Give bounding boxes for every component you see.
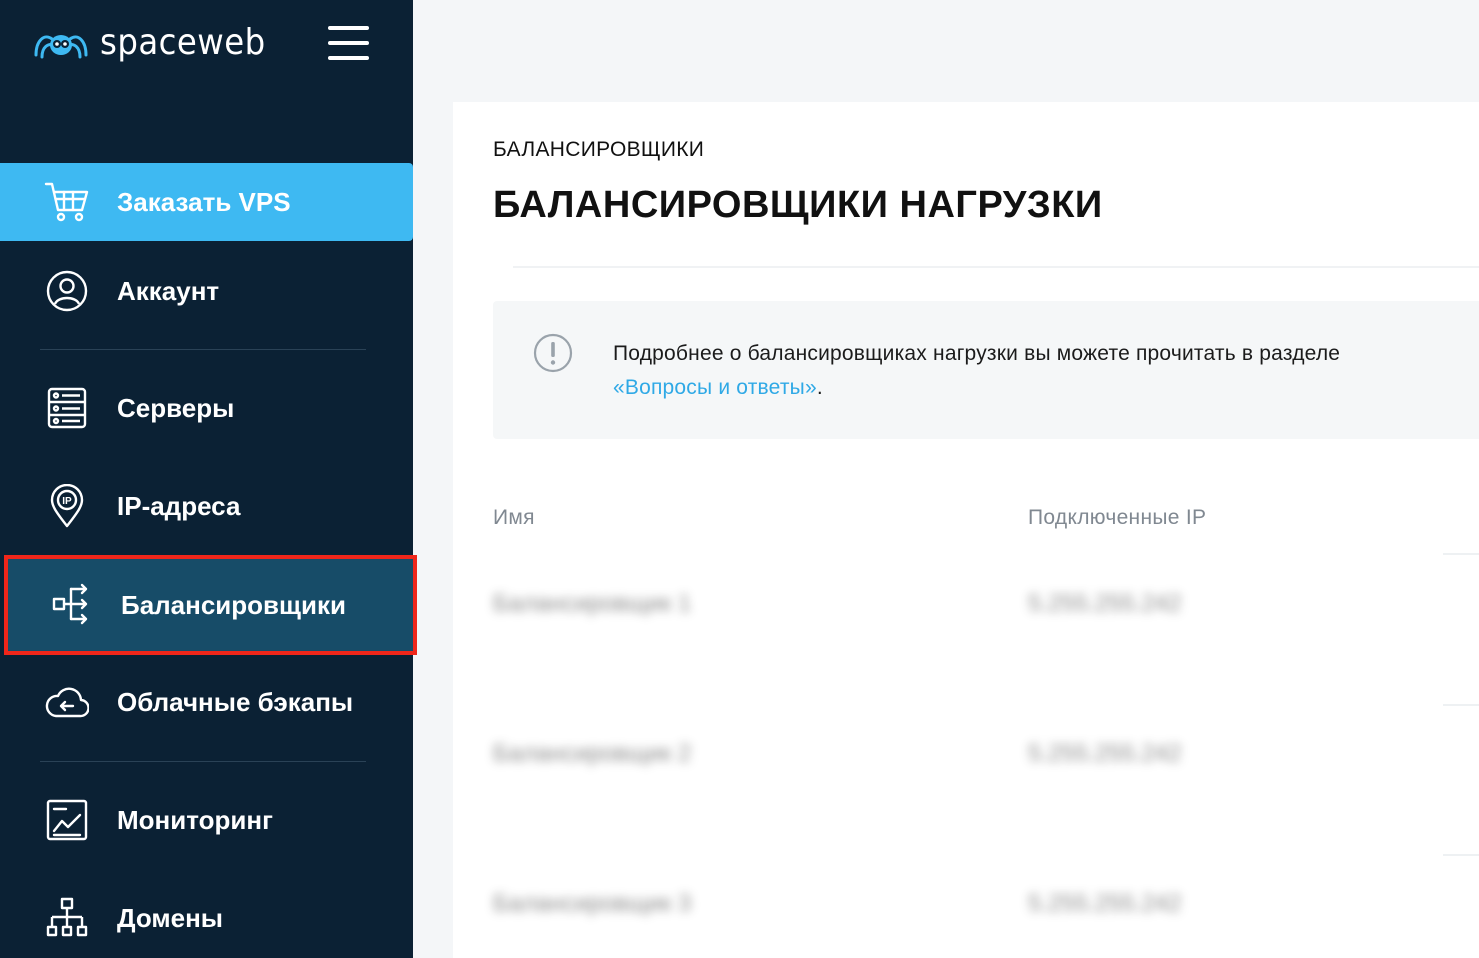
spider-logo-icon [34, 34, 88, 58]
column-header-name[interactable]: Имя [493, 506, 535, 530]
menu-toggle-button[interactable] [328, 26, 370, 60]
row-divider [1443, 553, 1479, 555]
domains-icon [44, 895, 90, 941]
sidebar-item-label: Балансировщики [121, 589, 346, 620]
user-circle-icon [44, 268, 90, 314]
breadcrumb: БАЛАНСИРОВЩИКИ [493, 138, 705, 161]
page-title: БАЛАНСИРОВЩИКИ НАГРУЗКИ [493, 184, 1103, 226]
sidebar-item-label: IP-адреса [117, 490, 241, 521]
sidebar-item-ip-addresses[interactable]: IP IP-адреса [0, 467, 413, 545]
info-text: Подробнее о балансировщиках нагрузки вы … [613, 337, 1373, 405]
info-text-end: . [816, 376, 823, 399]
sidebar-item-order-vps[interactable]: Заказать VPS [0, 163, 413, 241]
sidebar-item-label: Домены [117, 902, 223, 933]
logo[interactable]: spaceweb [32, 22, 284, 63]
sidebar-item-label: Аккаунт [117, 275, 220, 306]
table-cell-name[interactable]: Балансировщик 2 [493, 740, 691, 768]
sidebar-item-cloud-backups[interactable]: Облачные бэкапы [0, 663, 413, 741]
ip-pin-icon: IP [44, 483, 90, 529]
svg-text:IP: IP [62, 496, 72, 507]
sidebar-divider [40, 349, 366, 350]
burger-line-icon [328, 56, 369, 60]
table-cell-name[interactable]: Балансировщик 3 [493, 890, 691, 918]
table-cell-name[interactable]: Балансировщик 1 [493, 590, 691, 618]
column-header-connected-ip[interactable]: Подключенные IP [1028, 506, 1206, 530]
cloud-backup-icon [44, 679, 90, 725]
row-divider [1443, 854, 1479, 856]
sidebar-item-servers[interactable]: Серверы [0, 369, 413, 447]
cart-icon [44, 179, 90, 225]
sidebar-item-label: Заказать VPS [117, 186, 291, 217]
sidebar-item-balancers[interactable]: Балансировщики [4, 555, 417, 655]
table-cell-ip: 5.255.255.242 [1028, 890, 1182, 917]
logo-text: spaceweb [100, 22, 266, 63]
monitoring-icon [44, 797, 90, 843]
burger-line-icon [328, 26, 369, 30]
main-content: БАЛАНСИРОВЩИКИ БАЛАНСИРОВЩИКИ НАГРУЗКИ П… [453, 102, 1479, 958]
exclamation-circle-icon [533, 333, 573, 373]
server-icon [44, 385, 90, 431]
table-cell-ip: 5.255.255.242 [1028, 590, 1182, 617]
faq-link[interactable]: «Вопросы и ответы» [613, 376, 817, 399]
info-text-main: Подробнее о балансировщиках нагрузки вы … [613, 342, 1341, 365]
header-divider [513, 266, 1479, 268]
sidebar-item-label: Мониторинг [117, 804, 273, 835]
sidebar-item-domains[interactable]: Домены [0, 879, 413, 957]
sidebar-item-label: Серверы [117, 392, 235, 423]
sidebar-item-label: Облачные бэкапы [117, 686, 354, 717]
sidebar-divider [40, 761, 366, 762]
row-divider [1443, 704, 1479, 706]
balancer-icon [48, 582, 94, 628]
table-cell-ip: 5.255.255.242 [1028, 740, 1182, 767]
sidebar-item-monitoring[interactable]: Мониторинг [0, 781, 413, 859]
info-box: Подробнее о балансировщиках нагрузки вы … [493, 301, 1479, 439]
burger-line-icon [328, 41, 369, 45]
sidebar-item-account[interactable]: Аккаунт [0, 252, 413, 330]
sidebar: spaceweb Заказать VPS Аккаунт Серверы IP… [0, 0, 417, 958]
